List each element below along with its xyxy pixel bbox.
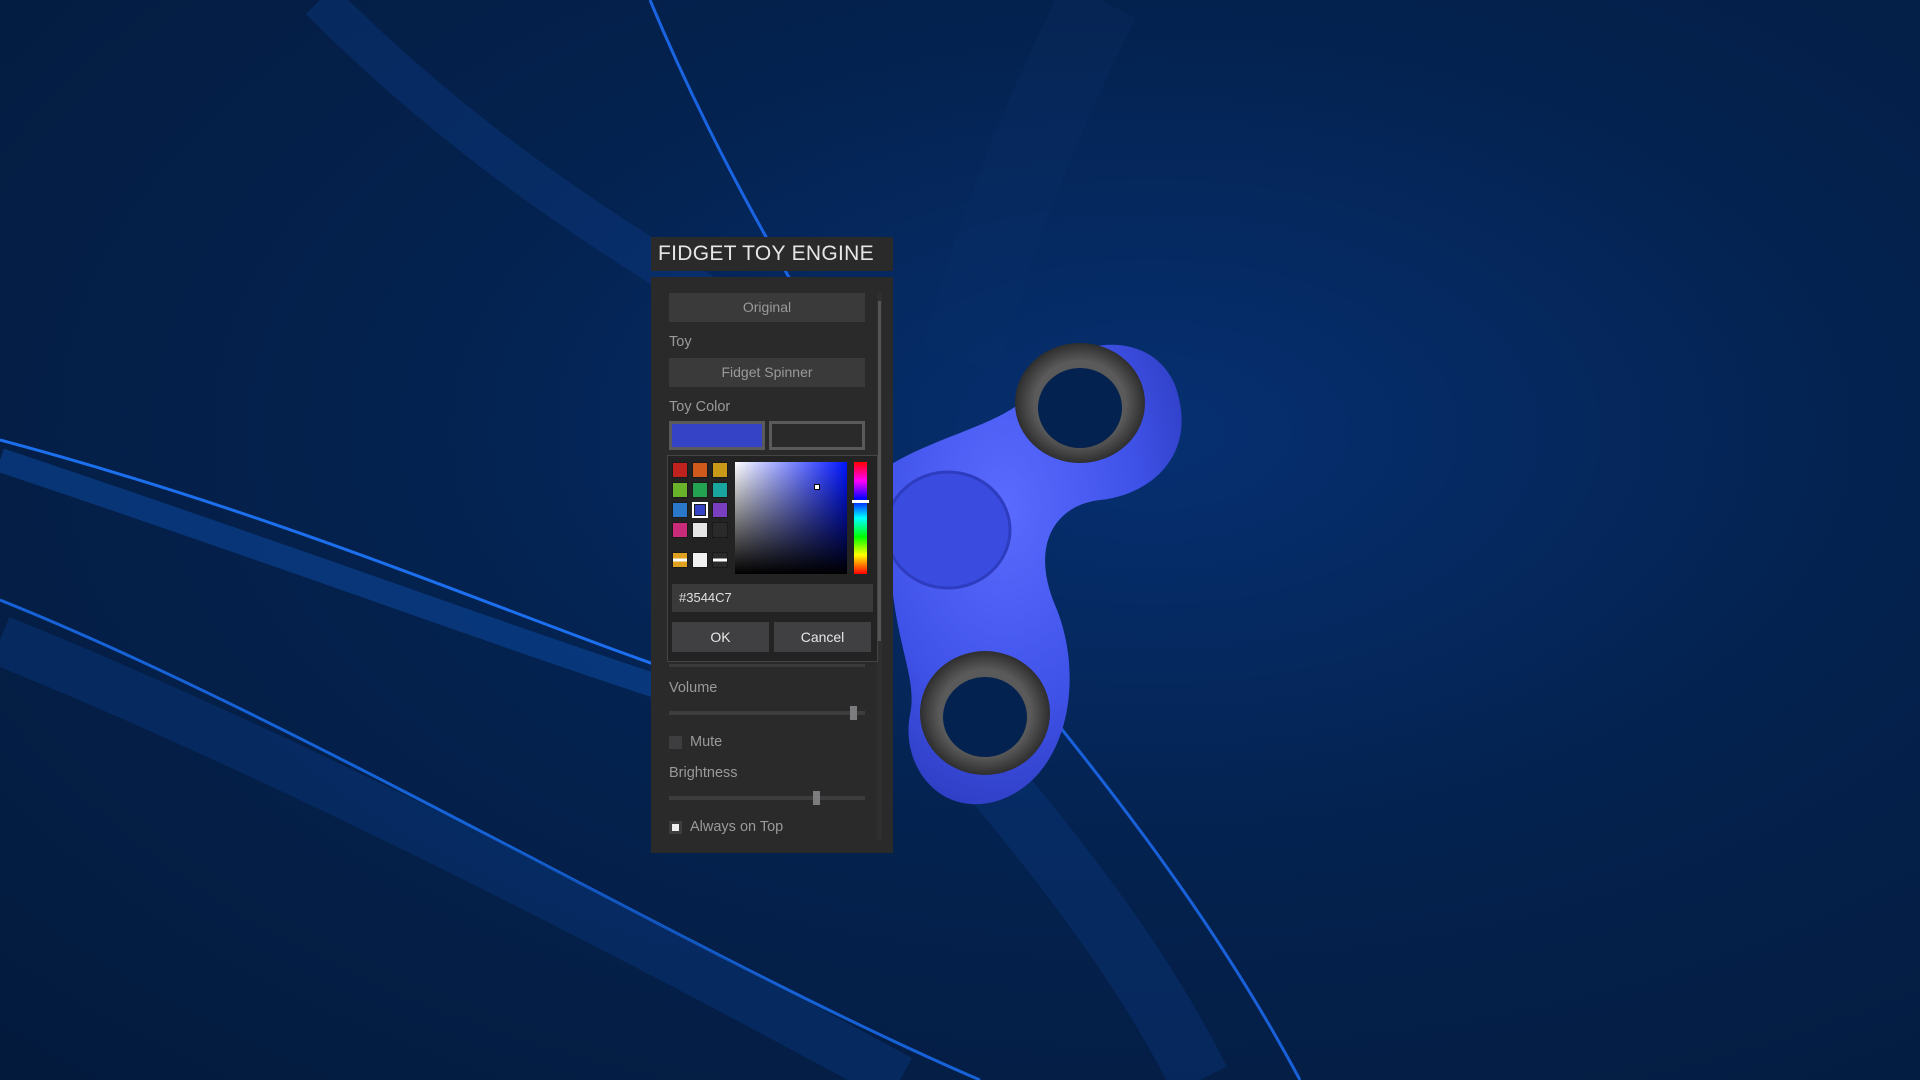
secondary-color-swatch[interactable] [769,421,865,450]
toy-label: Toy [669,334,692,350]
checkbox-checkmark [672,824,679,831]
preset-swatch[interactable] [712,482,728,498]
ok-button[interactable]: OK [672,622,769,652]
hue-slider[interactable] [854,462,867,574]
volume-slider-track[interactable] [669,711,865,715]
mute-checkbox[interactable] [669,736,682,749]
volume-label: Volume [669,680,718,696]
app-title: FIDGET TOY ENGINE [658,242,874,265]
preset-swatch[interactable] [712,462,728,478]
toy-select-button[interactable]: Fidget Spinner [669,358,865,387]
color-picker-popup: #3544C7 OK Cancel [667,455,878,662]
brightness-slider-handle[interactable] [812,791,820,805]
preset-swatch[interactable] [712,522,728,538]
preset-swatch[interactable] [672,482,688,498]
app-title-bar: FIDGET TOY ENGINE [651,237,893,271]
saturation-value-field[interactable] [735,462,847,574]
primary-color-swatch[interactable] [669,421,765,450]
always-on-top-label: Always on Top [690,819,784,835]
fidget-spinner[interactable] [880,315,1190,815]
center-cap [884,470,1012,590]
preset-swatch[interactable] [712,502,728,518]
preset-swatch[interactable] [672,502,688,518]
preset-white[interactable] [692,552,708,568]
saturation-value-cursor[interactable] [813,483,820,490]
preset-swatch[interactable] [692,502,708,518]
brightness-label: Brightness [669,765,738,781]
original-preset-button[interactable]: Original [669,293,865,322]
brightness-slider-track[interactable] [669,796,865,800]
cancel-button[interactable]: Cancel [774,622,871,652]
always-on-top-checkbox[interactable] [669,821,682,834]
panel-scrollbar-thumb[interactable] [878,301,881,641]
preset-swatch[interactable] [672,522,688,538]
preset-dark-stripe[interactable] [712,552,728,568]
preset-swatch[interactable] [672,462,688,478]
hue-slider-marker[interactable] [852,499,869,503]
preset-swatch[interactable] [692,462,708,478]
preset-swatch[interactable] [692,482,708,498]
mute-label: Mute [690,734,723,750]
volume-slider-handle[interactable] [850,706,858,720]
preset-gold-stripe[interactable] [672,552,688,568]
hex-color-input[interactable]: #3544C7 [672,584,873,612]
preset-swatch[interactable] [692,522,708,538]
toy-color-label: Toy Color [669,399,731,415]
hidden-control-edge [669,664,865,667]
